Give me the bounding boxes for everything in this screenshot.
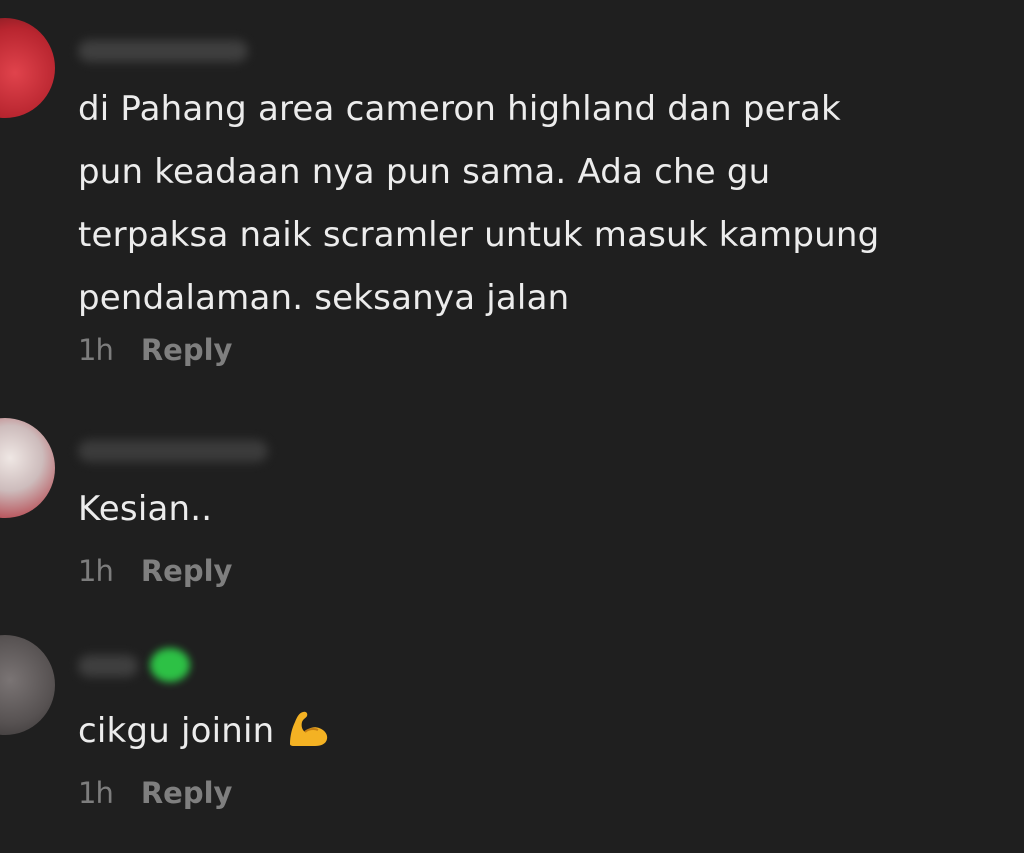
comment-text: cikgu joinin [78,700,978,769]
timestamp: 1h [78,554,114,588]
comment-text-body: cikgu joinin [78,711,275,751]
comment-text: Kesian.. [78,489,213,529]
heart-badge-icon [150,648,190,682]
username-redacted[interactable] [78,440,268,462]
comment-text: di Pahang area cameron highland dan pera… [78,89,880,318]
comment-meta: 1h Reply [78,776,232,810]
reply-button[interactable]: Reply [141,333,233,367]
comments-panel: di Pahang area cameron highland dan pera… [0,0,1024,853]
username-redacted[interactable] [78,655,138,677]
comment-meta: 1h Reply [78,554,232,588]
avatar[interactable] [0,18,55,118]
avatar[interactable] [0,418,55,518]
reply-button[interactable]: Reply [141,776,233,810]
flexed-biceps-icon [286,706,330,769]
reply-button[interactable]: Reply [141,554,233,588]
comment-meta: 1h Reply [78,333,232,367]
avatar[interactable] [0,635,55,735]
timestamp: 1h [78,333,114,367]
timestamp: 1h [78,776,114,810]
username-redacted[interactable] [78,40,248,62]
